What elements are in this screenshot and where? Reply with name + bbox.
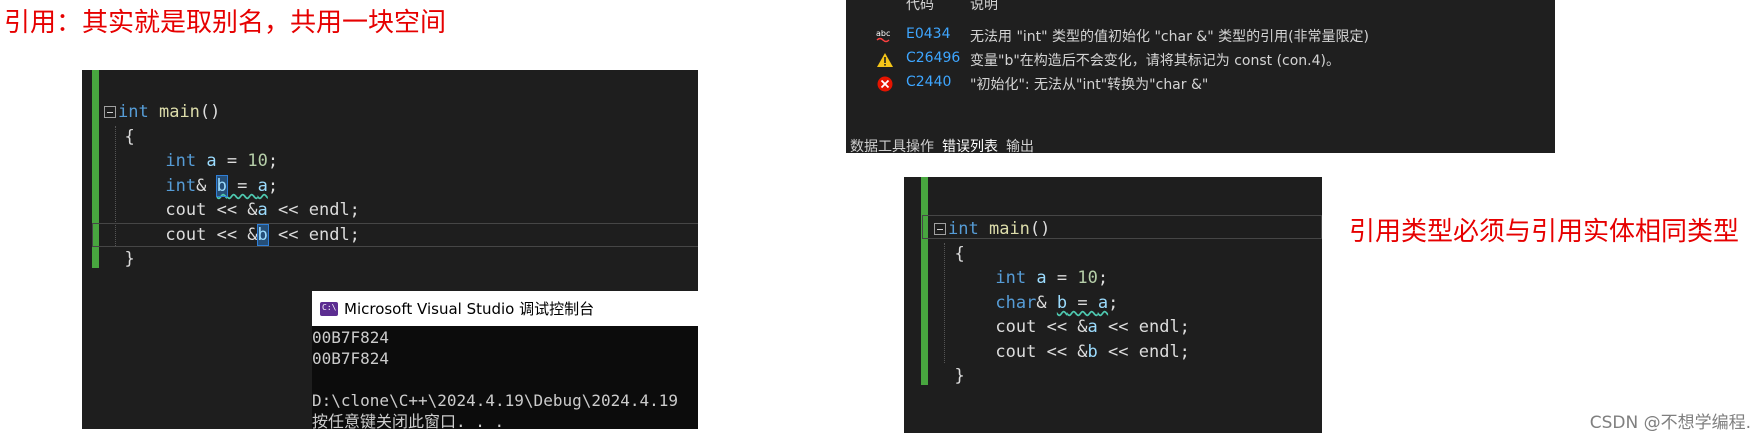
console-titlebar[interactable]: Microsoft Visual Studio 调试控制台 xyxy=(312,291,698,326)
code-line-6[interactable]: cout << &b << endl; xyxy=(934,340,1190,365)
tab-output[interactable]: 输出 xyxy=(1002,140,1038,153)
operator: & xyxy=(196,175,217,196)
variable: b xyxy=(1056,292,1068,313)
operator: = xyxy=(216,151,248,171)
operator: = xyxy=(1067,292,1098,313)
error-row[interactable]: C2440 "初始化": 无法从"int"转换为"char &" xyxy=(846,72,1555,96)
panel-tabs: 数据工具操作 错误列表 输出 xyxy=(846,140,1038,153)
keyword: int xyxy=(948,219,979,239)
code-line-4[interactable]: char& b = a; xyxy=(934,291,1190,316)
brace-close: } xyxy=(954,366,965,386)
brace-close: } xyxy=(124,249,135,269)
semicolon: ; xyxy=(1097,268,1109,288)
semicolon: ; xyxy=(1108,292,1119,313)
code-line-1[interactable]: int main() xyxy=(934,217,1190,242)
error-list-panel[interactable]: 代码 说明 abc E0434 无法用 "int" 类型的值初始化 "char … xyxy=(846,0,1555,153)
console-output: 00B7F824 00B7F824 D:\clone\C++\2024.4.19… xyxy=(312,327,698,432)
console-title: Microsoft Visual Studio 调试控制台 xyxy=(344,300,595,318)
semicolon: ; xyxy=(267,151,279,171)
code-text: << endl; xyxy=(1097,317,1190,337)
error-row[interactable]: C26496 变量"b"在构造后不会变化，请将其标记为 const (con.4… xyxy=(846,48,1555,72)
code-text: cout << & xyxy=(995,317,1088,337)
number-literal: 10 xyxy=(247,151,268,171)
console-line: 00B7F824 xyxy=(312,328,390,347)
console-line: D:\clone\C++\2024.4.19\Debug\2024.4.19 xyxy=(312,391,679,410)
warning-icon xyxy=(877,53,893,67)
brace-open: { xyxy=(954,243,965,264)
code-text: << endl; xyxy=(1097,341,1190,362)
brace-open: { xyxy=(124,126,135,147)
change-gutter-bar xyxy=(921,177,928,385)
console-app-icon xyxy=(320,301,338,316)
caption-left: 引用：其实就是取别名，共用一块空间 xyxy=(4,8,447,38)
error-description: "初始化": 无法从"int"转换为"char &" xyxy=(970,77,1209,93)
column-header-description[interactable]: 说明 xyxy=(970,0,998,18)
code-line-7[interactable]: } xyxy=(934,364,1190,389)
current-line-highlight xyxy=(92,222,698,247)
collapse-icon[interactable] xyxy=(934,223,946,235)
code-text: () xyxy=(1029,219,1051,239)
keyword: int xyxy=(165,151,197,171)
code-text: () xyxy=(199,102,221,122)
function-name: main xyxy=(988,219,1030,239)
code-line-6[interactable]: cout << &b << endl; xyxy=(92,222,698,248)
variable: a xyxy=(257,200,268,220)
code-line-2[interactable]: { xyxy=(934,242,1190,267)
code-text: cout << & xyxy=(995,341,1088,362)
keyword: char xyxy=(995,292,1037,313)
number-literal: 10 xyxy=(1077,268,1098,288)
code-editor-right[interactable]: int main() { int a = 10; char& b = a; co… xyxy=(904,177,1322,433)
error-description: 变量"b"在构造后不会变化，请将其标记为 const (con.4)。 xyxy=(970,53,1341,69)
operator: = xyxy=(1046,268,1078,288)
code-line-5[interactable]: cout << &a << endl; xyxy=(934,315,1190,340)
keyword: int xyxy=(118,102,149,122)
console-line: 00B7F824 xyxy=(312,349,390,368)
svg-text:abc: abc xyxy=(876,29,890,38)
error-code[interactable]: C26496 xyxy=(906,50,960,66)
code-line-2[interactable]: { xyxy=(104,125,360,150)
variable: a xyxy=(1036,268,1047,288)
keyword: int xyxy=(165,175,197,196)
code-text: << endl; xyxy=(267,200,360,220)
code-text: cout << & xyxy=(165,200,258,220)
console-line: 按任意键关闭此窗口. . . xyxy=(312,412,505,431)
error-code[interactable]: E0434 xyxy=(906,26,950,42)
variable: a xyxy=(206,151,217,171)
abc-icon: abc xyxy=(876,29,890,43)
error-row[interactable]: abc E0434 无法用 "int" 类型的值初始化 "char &" 类型的… xyxy=(846,24,1555,48)
semicolon: ; xyxy=(267,175,279,196)
variable: a xyxy=(257,175,268,196)
operator: & xyxy=(1036,292,1057,313)
debug-console-window[interactable]: Microsoft Visual Studio 调试控制台 00B7F824 0… xyxy=(312,291,698,432)
caption-right: 引用类型必须与引用实体相同类型 xyxy=(1349,217,1740,247)
error-code[interactable]: C2440 xyxy=(906,74,951,90)
operator: = xyxy=(226,175,258,196)
keyword: int xyxy=(995,268,1027,288)
code-line-4[interactable]: int& b = a; xyxy=(104,174,360,199)
error-description: 无法用 "int" 类型的值初始化 "char &" 类型的引用(非常量限定) xyxy=(970,29,1370,45)
column-header-code[interactable]: 代码 xyxy=(906,0,934,18)
watermark: CSDN @不想学编程. xyxy=(1589,413,1751,433)
variable-selected[interactable]: b xyxy=(215,174,228,197)
code-line-1[interactable]: int main() xyxy=(104,100,360,125)
tab-error-list[interactable]: 错误列表 xyxy=(938,140,1002,153)
code-line-3[interactable]: int a = 10; xyxy=(934,266,1190,291)
collapse-icon[interactable] xyxy=(104,106,116,118)
code-line-7[interactable]: } xyxy=(104,247,360,272)
error-icon xyxy=(877,76,893,92)
variable: a xyxy=(1087,317,1098,337)
variable: b xyxy=(1087,341,1098,362)
function-name: main xyxy=(158,102,200,122)
tab-data-tools[interactable]: 数据工具操作 xyxy=(846,140,938,153)
variable: a xyxy=(1097,292,1109,313)
code-line-3[interactable]: int a = 10; xyxy=(104,149,360,174)
code-line-5[interactable]: cout << &a << endl; xyxy=(104,198,360,223)
